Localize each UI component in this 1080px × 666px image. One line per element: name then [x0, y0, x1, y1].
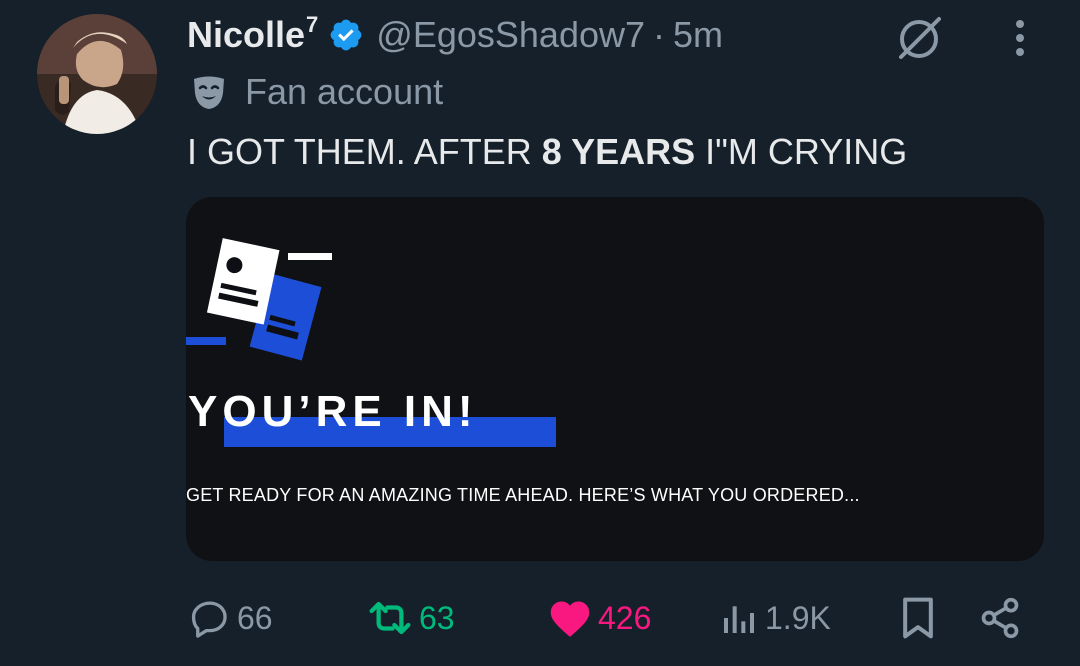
- timestamp[interactable]: 5m: [673, 14, 723, 56]
- ticket-illustration: [186, 238, 332, 361]
- tweet-header: Nicolle7 @EgosShadow7 · 5m: [187, 10, 723, 60]
- bookmark-button[interactable]: [899, 590, 937, 646]
- verified-badge-icon: [330, 19, 362, 51]
- reply-icon: [191, 601, 227, 638]
- account-label-text: Fan account: [245, 71, 444, 112]
- retweet-count: 63: [419, 599, 455, 636]
- reply-button[interactable]: 66: [189, 590, 273, 646]
- reply-count: 66: [237, 599, 273, 636]
- card-subtitle: GET READY FOR AN AMAZING TIME AHEAD. HER…: [186, 485, 860, 505]
- like-count: 426: [598, 599, 652, 636]
- account-label[interactable]: Fan account: [190, 68, 443, 116]
- views-button[interactable]: 1.9K: [719, 590, 831, 646]
- heart-icon: [550, 601, 590, 637]
- share-button[interactable]: [978, 590, 1022, 646]
- retweet-button[interactable]: 63: [367, 590, 455, 646]
- action-bar: 66 63 426 1.9K: [0, 590, 1080, 646]
- like-button[interactable]: 426: [548, 590, 651, 646]
- avatar[interactable]: [37, 14, 157, 134]
- separator: ·: [653, 14, 666, 55]
- tweet-text: I GOT THEM. AFTER 8 YEARS I"M CRYING: [187, 131, 908, 172]
- more-vertical-icon[interactable]: [1008, 18, 1032, 58]
- media-card[interactable]: YOU’RE IN! GET READY FOR AN AMAZING TIME…: [186, 197, 1044, 561]
- tweet: Nicolle7 @EgosShadow7 · 5m Fan account I…: [0, 0, 1080, 666]
- handle[interactable]: @EgosShadow7: [376, 14, 645, 56]
- retweet-icon: [369, 601, 411, 635]
- share-icon: [981, 597, 1019, 639]
- grok-icon[interactable]: [893, 13, 945, 65]
- theater-mask-icon: [194, 76, 224, 109]
- card-title: YOU’RE IN!: [188, 387, 478, 436]
- views-icon: [724, 606, 754, 633]
- bookmark-icon: [903, 597, 933, 639]
- views-count: 1.9K: [765, 599, 831, 636]
- display-name[interactable]: Nicolle7: [187, 12, 318, 56]
